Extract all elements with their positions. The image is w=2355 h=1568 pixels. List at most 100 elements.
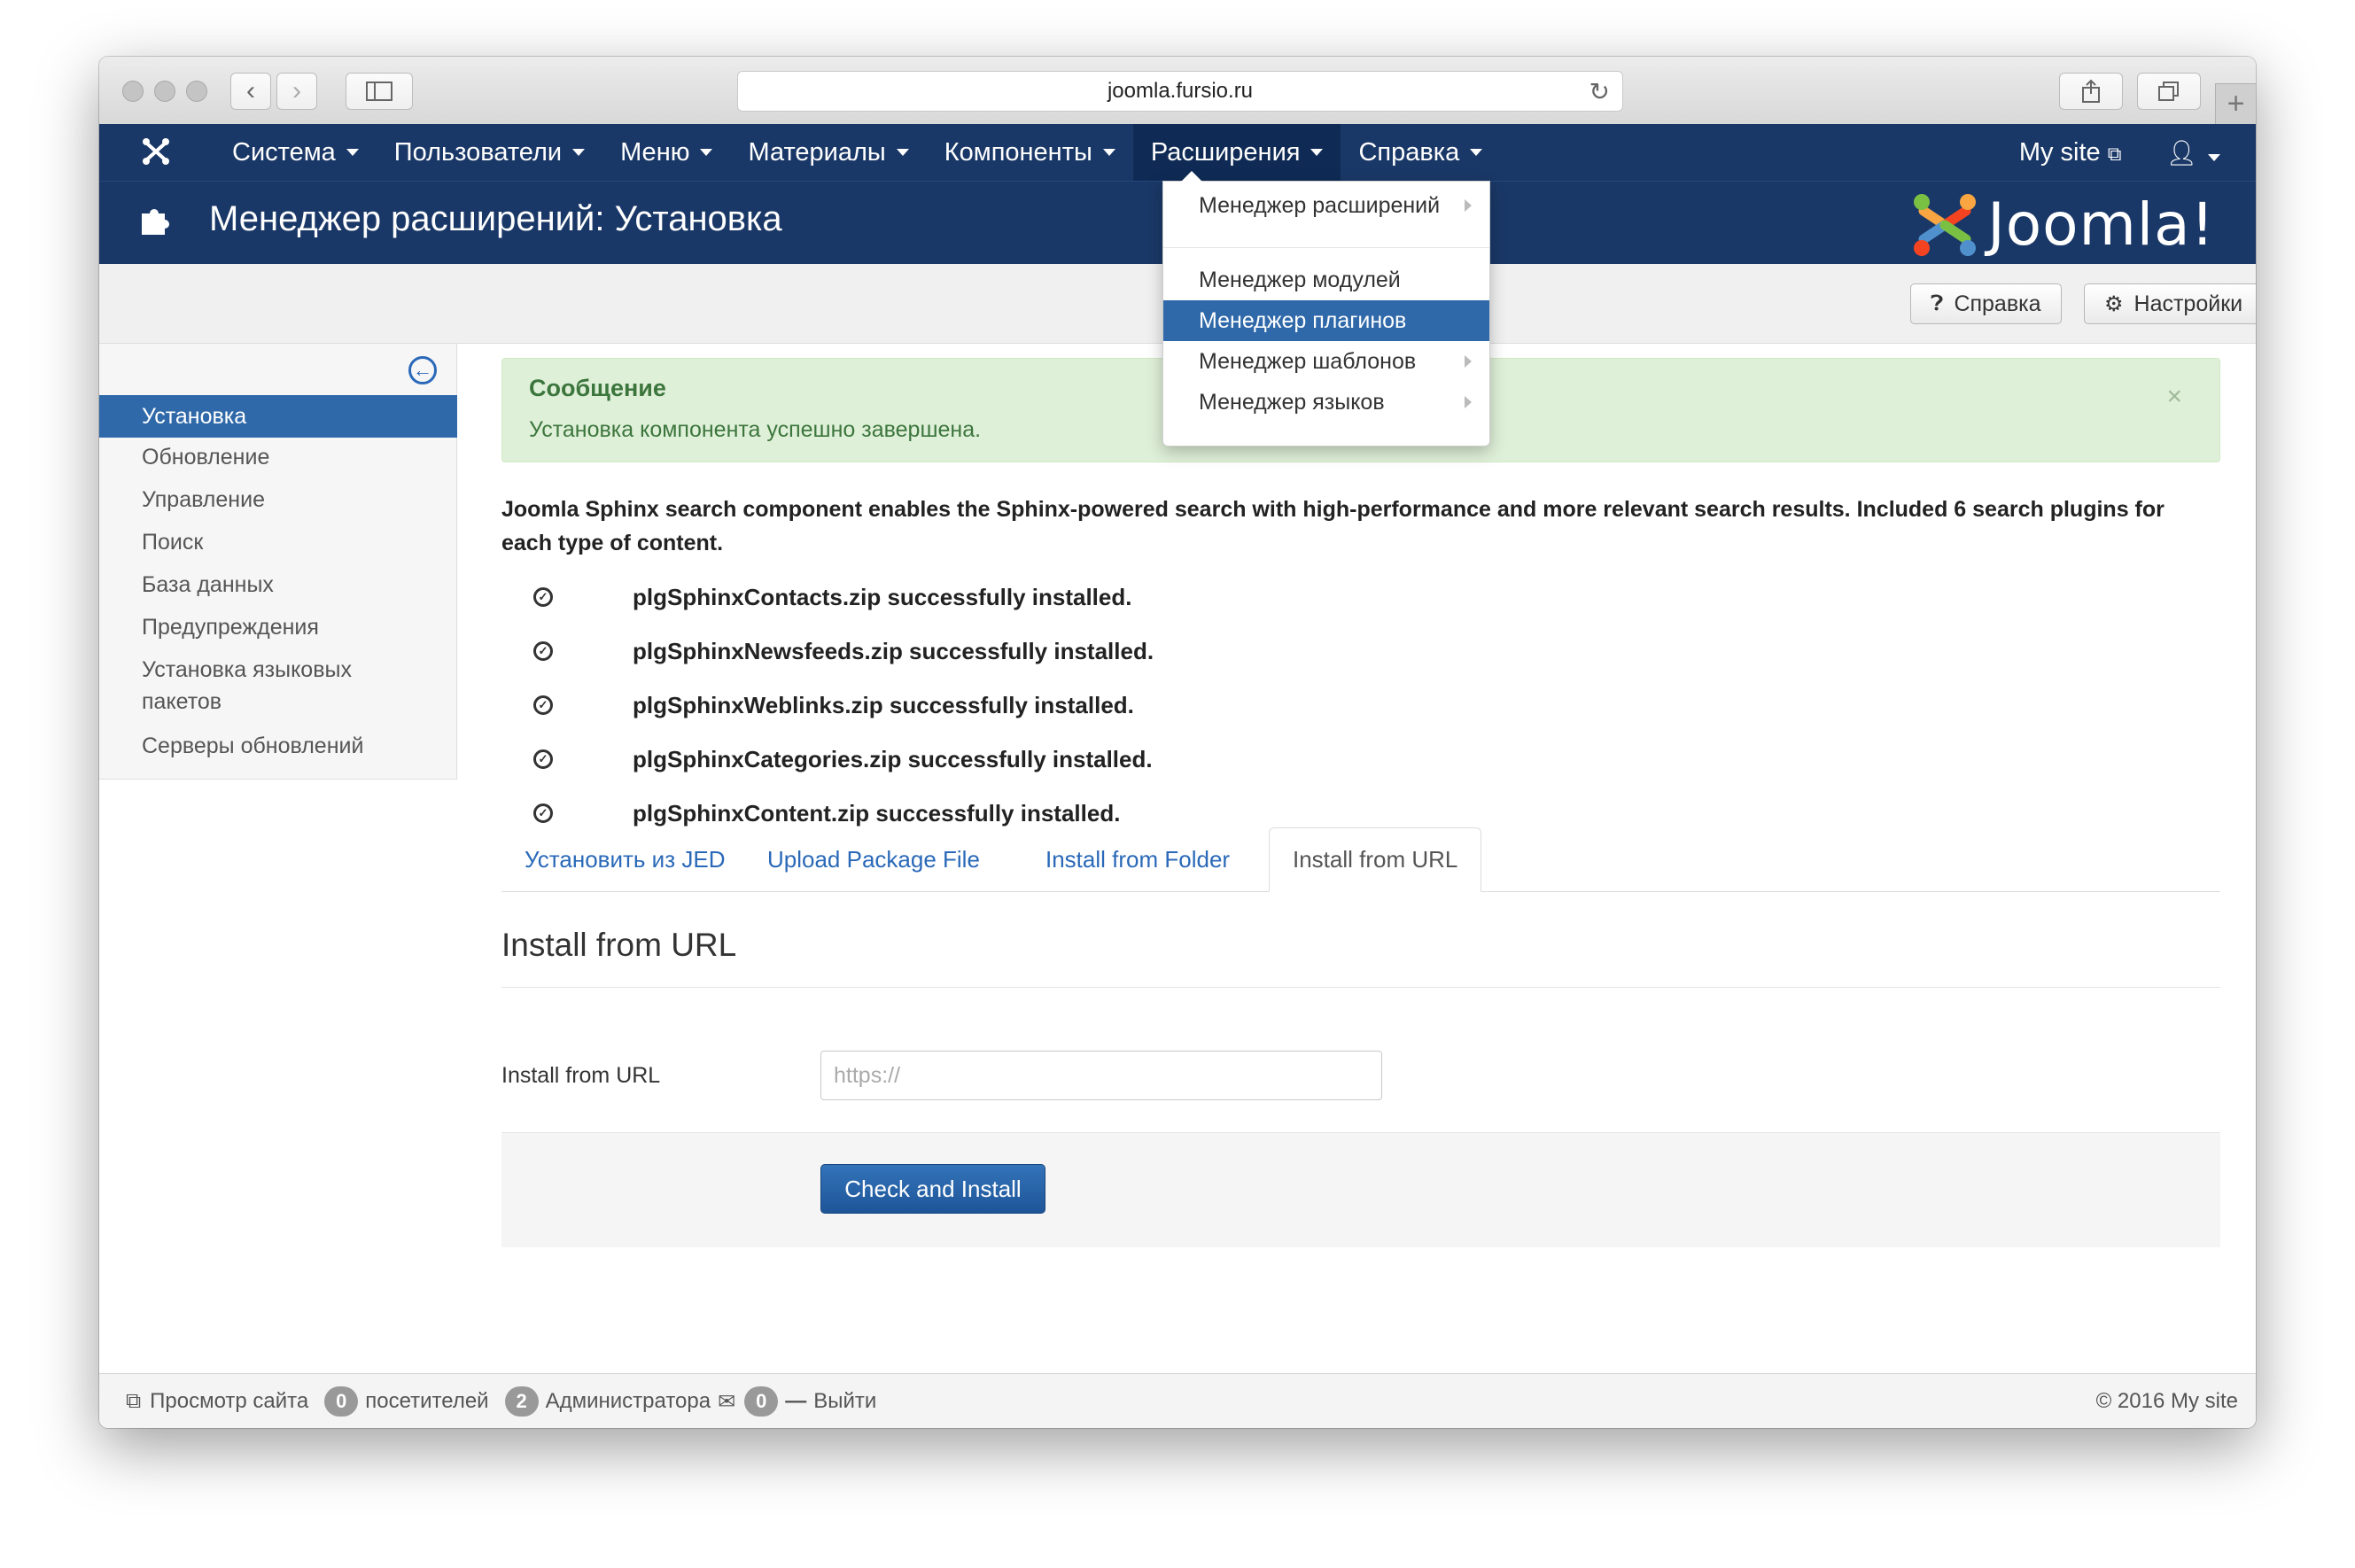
section-title: Install from URL	[501, 927, 737, 963]
reload-icon[interactable]: ↻	[1589, 77, 1610, 106]
component-description: Joomla Sphinx search component enables t…	[501, 497, 2165, 555]
sidebar-item-database[interactable]: База данных	[99, 569, 457, 601]
my-site-link[interactable]: My site ⧉	[2019, 138, 2122, 167]
sidebar-item-label: Обновление	[142, 445, 270, 470]
view-site-link[interactable]: Просмотр сайта	[150, 1389, 308, 1414]
options-label: Настройки	[2133, 291, 2243, 316]
tab-upload-package[interactable]: Upload Package File	[744, 827, 1003, 891]
menu-extensions[interactable]: Расширения	[1132, 124, 1341, 181]
share-icon	[2082, 79, 2100, 103]
help-label: Справка	[1954, 291, 2041, 316]
sidebar: ← Установка Обновление Управление Поиск …	[99, 344, 457, 780]
forward-button[interactable]: ›	[276, 73, 317, 110]
dropdown-divider	[1163, 247, 1489, 248]
chevron-left-icon: ‹	[246, 76, 255, 105]
joomla-mark-icon	[1914, 193, 1977, 256]
menu-menus[interactable]: Меню	[602, 124, 730, 181]
installed-text: plgSphinxContacts.zip successfully insta…	[633, 583, 1132, 610]
messages-badge[interactable]: 0	[744, 1386, 779, 1417]
list-item: ✓ plgSphinxContacts.zip successfully inst…	[501, 579, 1131, 615]
sidebar-item-discover[interactable]: Поиск	[99, 526, 457, 558]
caret-down-icon	[700, 149, 713, 156]
tabs-icon	[2158, 82, 2179, 101]
url-placeholder: https://	[834, 1062, 901, 1088]
list-item: ✓ plgSphinxCategories.zip successfully in…	[501, 741, 1153, 777]
list-item: ✓ plgSphinxWeblinks.zip successfully inst…	[501, 687, 1134, 723]
tab-label: Install from URL	[1293, 846, 1458, 873]
dropdown-item-label: Менеджер языков	[1199, 389, 1385, 415]
section-divider	[501, 987, 2220, 988]
dropdown-item-label: Менеджер расширений	[1199, 192, 1441, 218]
sidebar-item-update[interactable]: Обновление	[99, 441, 457, 473]
gear-icon: ⚙	[2104, 291, 2124, 316]
envelope-icon[interactable]: ✉	[718, 1389, 735, 1415]
status-left: ⧉ Просмотр сайта 0 посетителей 2 Админис…	[126, 1374, 876, 1428]
copyright: © 2016 My site	[2095, 1389, 2238, 1413]
visitors-label: посетителей	[365, 1389, 489, 1413]
caret-down-icon	[1102, 149, 1115, 156]
dropdown-item-extension-manager[interactable]: Менеджер расширений	[1163, 185, 1489, 226]
menu-content[interactable]: Материалы	[730, 124, 926, 181]
user-menu[interactable]: 👤︎	[2165, 138, 2220, 167]
back-button[interactable]: ‹	[230, 73, 271, 110]
menu-components[interactable]: Компоненты	[927, 124, 1133, 181]
caret-down-icon	[896, 149, 909, 156]
address-bar[interactable]: joomla.fursio.ru ↻	[737, 71, 1623, 112]
sidebar-item-install[interactable]: Установка	[99, 395, 457, 438]
menu-label: Компоненты	[944, 137, 1092, 167]
menu-system[interactable]: Система	[214, 124, 377, 181]
menu-label: Справка	[1358, 137, 1460, 167]
check-and-install-button[interactable]: Check and Install	[820, 1164, 1045, 1214]
my-site-label: My site	[2018, 137, 2101, 167]
check-circle-icon: ✓	[533, 803, 553, 823]
sidebar-toggle-button[interactable]	[346, 73, 413, 110]
plus-icon: +	[2227, 87, 2245, 120]
caret-down-icon	[1470, 149, 1483, 156]
sidebar-item-label: Серверы обновлений	[142, 734, 364, 758]
sidebar-item-manage[interactable]: Управление	[99, 484, 457, 516]
caret-down-icon	[1310, 149, 1324, 156]
sidebar-item-label: Управление	[142, 487, 265, 512]
zoom-window-button[interactable]	[186, 81, 207, 102]
sidebar-item-label: Предупреждения	[142, 615, 319, 640]
sidebar-item-label: База данных	[142, 572, 274, 597]
page-title: Менеджер расширений: Установка	[209, 199, 782, 238]
menu-help[interactable]: Справка	[1341, 124, 1500, 181]
browser-chrome: ‹ › joomla.fursio.ru ↻ +	[99, 57, 2256, 125]
message-heading: Сообщение	[529, 375, 666, 401]
sidebar-item-label: Установка языковых пакетов	[142, 657, 352, 714]
browser-window: ‹ › joomla.fursio.ru ↻ + Система Пользов…	[99, 57, 2256, 1428]
sidebar-item-warnings[interactable]: Предупреждения	[99, 611, 457, 643]
caret-down-icon	[346, 149, 359, 156]
tab-install-from-folder[interactable]: Install from Folder	[1022, 827, 1253, 891]
tab-install-from-url[interactable]: Install from URL	[1269, 827, 1482, 892]
tab-label: Install from Folder	[1045, 845, 1231, 873]
list-item: ✓ plgSphinxContent.zip successfully insta…	[501, 796, 1120, 831]
tabs-overview-button[interactable]	[2137, 73, 2201, 110]
minimize-window-button[interactable]	[154, 81, 175, 102]
installed-text: plgSphinxCategories.zip successfully ins…	[633, 745, 1153, 772]
tab-install-from-jed[interactable]: Установить из JED	[501, 827, 748, 891]
new-tab-button[interactable]: +	[2215, 83, 2256, 124]
options-button[interactable]: ⚙ Настройки	[2084, 283, 2256, 324]
sidebar-item-update-sites[interactable]: Серверы обновлений	[99, 730, 457, 762]
dropdown-item-language-manager[interactable]: Менеджер языков	[1163, 382, 1489, 423]
logout-link[interactable]: Выйти	[813, 1389, 876, 1414]
close-window-button[interactable]	[122, 81, 144, 102]
dropdown-item-module-manager[interactable]: Менеджер модулей	[1163, 260, 1489, 300]
collapse-sidebar-icon[interactable]: ←	[408, 356, 437, 384]
sidebar-icon	[366, 82, 392, 101]
joomla-logo-icon[interactable]	[142, 136, 170, 175]
help-button[interactable]: ❓︎ Справка	[1910, 283, 2062, 324]
dropdown-item-template-manager[interactable]: Менеджер шаблонов	[1163, 341, 1489, 382]
form-actions	[501, 1132, 2220, 1247]
dropdown-item-plugin-manager[interactable]: Менеджер плагинов	[1163, 300, 1489, 341]
status-bar: ⧉ Просмотр сайта 0 посетителей 2 Админис…	[99, 1373, 2256, 1428]
close-icon[interactable]: ×	[2166, 382, 2182, 412]
list-item: ✓ plgSphinxNewsfeeds.zip successfully ins…	[501, 633, 1154, 669]
share-button[interactable]	[2059, 73, 2123, 110]
menu-label: Пользователи	[393, 137, 563, 167]
menu-users[interactable]: Пользователи	[377, 124, 602, 181]
sidebar-item-install-languages[interactable]: Установка языковых пакетов	[99, 654, 392, 718]
url-input[interactable]: https://	[820, 1051, 1382, 1100]
